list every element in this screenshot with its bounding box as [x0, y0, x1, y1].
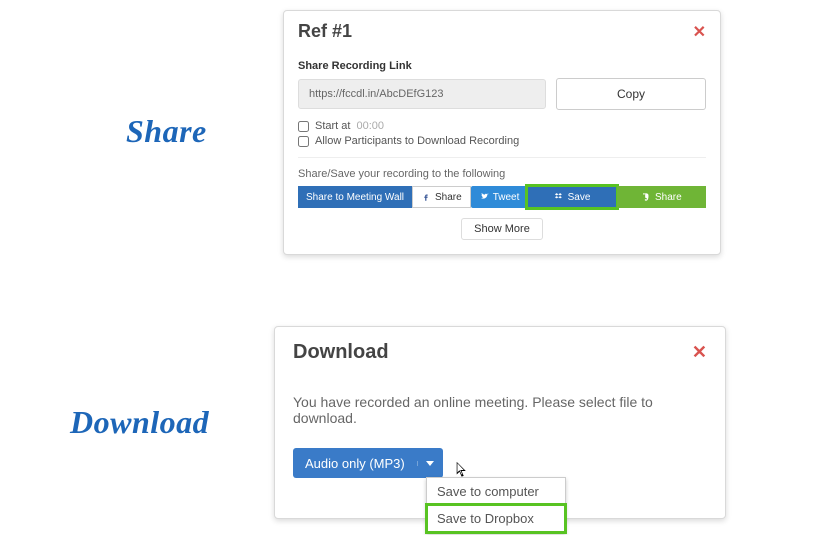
share-panel-title: Ref #1 [298, 21, 352, 42]
save-menu: Save to computer Save to Dropbox [426, 477, 566, 533]
chevron-down-icon [417, 461, 443, 466]
share-evernote-button[interactable]: Share [617, 186, 706, 208]
save-dropbox-label: Save [568, 192, 591, 203]
start-at-value: 00:00 [356, 120, 384, 132]
share-meeting-wall-button[interactable]: Share to Meeting Wall [298, 186, 412, 208]
allow-download-label: Allow Participants to Download Recording [315, 135, 519, 147]
download-instruction: You have recorded an online meeting. Ple… [293, 394, 707, 426]
twitter-label: Tweet [493, 192, 520, 203]
download-heading: Download [70, 404, 209, 441]
download-panel-title: Download [293, 341, 389, 364]
share-save-label: Share/Save your recording to the followi… [298, 168, 706, 180]
share-twitter-button[interactable]: Tweet [471, 186, 528, 208]
close-icon[interactable]: ✕ [693, 22, 706, 42]
show-more-button[interactable]: Show More [461, 218, 543, 240]
share-url-input[interactable] [298, 79, 546, 109]
save-dropbox-button[interactable]: Save [527, 186, 616, 208]
format-dropdown-label: Audio only (MP3) [293, 456, 417, 471]
save-to-computer-item[interactable]: Save to computer [427, 478, 565, 505]
twitter-icon [479, 192, 489, 202]
save-to-dropbox-item[interactable]: Save to Dropbox [427, 505, 565, 532]
start-at-label: Start at [315, 120, 350, 132]
close-icon[interactable]: ✕ [692, 342, 707, 363]
share-buttons-row: Share to Meeting Wall Share Tweet Save S… [298, 186, 706, 208]
share-heading: Share [126, 113, 207, 150]
facebook-icon [421, 192, 431, 202]
evernote-icon [641, 192, 651, 202]
share-facebook-button[interactable]: Share [412, 186, 471, 208]
dropbox-icon [554, 192, 564, 202]
copy-button[interactable]: Copy [556, 78, 706, 110]
facebook-label: Share [435, 192, 462, 203]
share-link-label: Share Recording Link [298, 60, 706, 72]
evernote-label: Share [655, 192, 682, 203]
allow-download-checkbox[interactable] [298, 136, 309, 147]
share-panel: Ref #1 ✕ Share Recording Link Copy Start… [283, 10, 721, 255]
format-dropdown-button[interactable]: Audio only (MP3) [293, 448, 443, 478]
start-at-checkbox[interactable] [298, 121, 309, 132]
divider [298, 157, 706, 158]
